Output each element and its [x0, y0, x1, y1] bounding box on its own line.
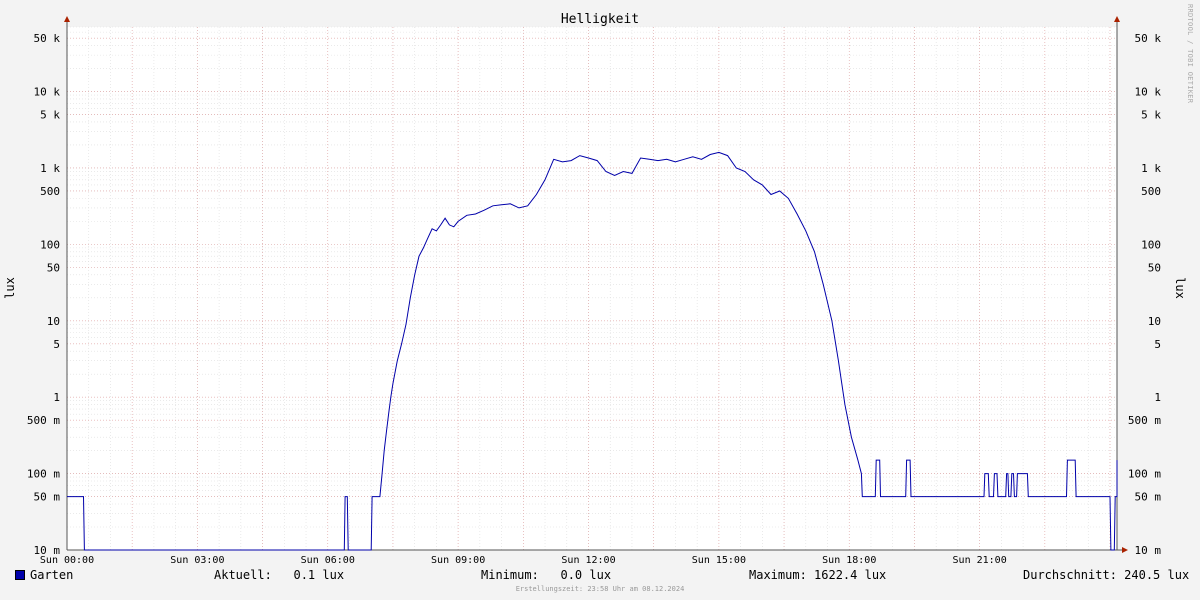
y-tick-label: 50	[47, 261, 60, 274]
y-tick-label: 10	[47, 315, 60, 328]
y-tick-label: 5 k	[40, 109, 60, 122]
y-tick-label: 10	[1148, 315, 1161, 328]
y-tick-label: 5	[1154, 338, 1161, 351]
y-tick-label: 1 k	[40, 162, 60, 175]
chart-title: Helligkeit	[561, 12, 639, 27]
y-tick-label: 500 m	[1128, 414, 1161, 427]
y-tick-label: 10 m	[1135, 544, 1162, 557]
legend-avg-value: 240.5 lux	[1124, 568, 1190, 582]
legend-current-value: 0.1 lux	[293, 568, 345, 582]
y-tick-label: 100	[40, 238, 60, 251]
legend-avg-label: Durchschnitt:	[1023, 568, 1117, 582]
y-tick-label: 1 k	[1141, 162, 1161, 175]
legend-maximum: Maximum: 1622.4 lux	[749, 568, 886, 582]
legend-current: Aktuell: 0.1 lux	[214, 568, 344, 582]
y-tick-label: 500	[40, 185, 60, 198]
chart-area: 10 m 50 m 100 m 500 m 1 5 10 50 100 500 1 k 5 k 10 k…	[0, 0, 1200, 600]
y-tick-label: 50 k	[1135, 32, 1162, 45]
x-tick-label: Sun 09:00	[431, 555, 485, 566]
y-tick-label: 50 m	[34, 491, 61, 504]
x-tick-label: Sun 18:00	[822, 555, 876, 566]
y-tick-label: 100 m	[27, 468, 60, 481]
x-tick-label: Sun 06:00	[301, 555, 355, 566]
y-tick-label: 10 k	[1135, 86, 1162, 99]
rrdtool-watermark: RRDTOOL / TOBI OETIKER	[1186, 4, 1194, 104]
legend-minimum: Minimum: 0.0 lux	[481, 568, 611, 582]
x-tick-label: Sun 03:00	[170, 555, 224, 566]
y-tick-label: 10 k	[34, 86, 61, 99]
x-tick-label: Sun 12:00	[561, 555, 615, 566]
y-tick-label: 50 m	[1135, 491, 1162, 504]
y-tick-label: 50 k	[34, 32, 61, 45]
y-tick-label: 5	[53, 338, 60, 351]
y-tick-label: 1	[53, 391, 60, 404]
legend-min-value: 0.0 lux	[560, 568, 612, 582]
legend-min-label: Minimum:	[481, 568, 539, 582]
x-tick-label: Sun 15:00	[692, 555, 746, 566]
y-tick-label: 100	[1141, 238, 1161, 251]
y-tick-label: 100 m	[1128, 468, 1161, 481]
y-tick-label: 500 m	[27, 414, 60, 427]
creation-time-footer: Erstellungszeit: 23:58 Uhr am 08.12.2024	[515, 585, 685, 593]
legend-current-label: Aktuell:	[214, 568, 272, 582]
x-tick-label: Sun 21:00	[953, 555, 1007, 566]
y-axis-label-right: lux	[1173, 277, 1187, 299]
y-axis-label-left: lux	[3, 277, 17, 299]
legend-average: Durchschnitt: 240.5 lux	[1023, 568, 1189, 582]
legend-max-value: 1622.4 lux	[814, 568, 887, 582]
y-tick-label: 50	[1148, 261, 1161, 274]
y-tick-label: 1	[1154, 391, 1161, 404]
y-tick-label: 5 k	[1141, 109, 1161, 122]
legend-swatch	[15, 570, 25, 580]
legend-max-label: Maximum:	[749, 568, 807, 582]
x-tick-label: Sun 00:00	[40, 555, 94, 566]
y-tick-label: 500	[1141, 185, 1161, 198]
plot-background	[67, 27, 1117, 550]
legend-series-name: Garten	[30, 568, 74, 582]
